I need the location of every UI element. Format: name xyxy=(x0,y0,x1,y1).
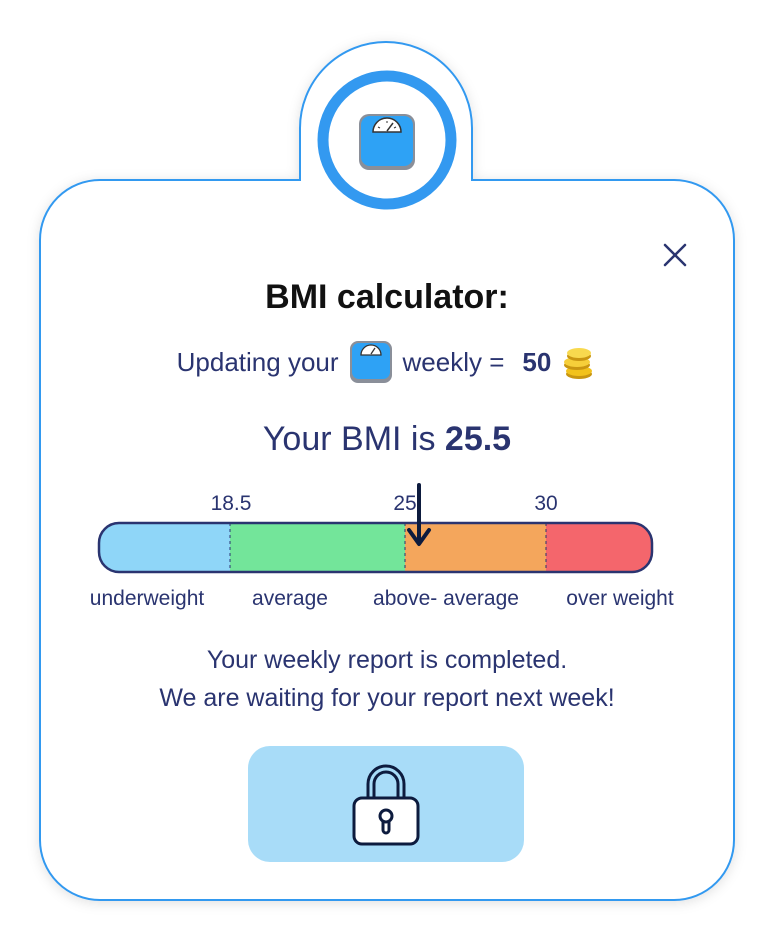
reward-suffix: weekly = xyxy=(402,346,505,377)
padlock-icon xyxy=(352,764,420,846)
status-message-secondary: We are waiting for your report next week… xyxy=(159,684,615,712)
bmi-marker-arrow xyxy=(407,483,432,546)
coins-icon xyxy=(564,348,593,379)
tick-label: 18.5 xyxy=(210,492,252,515)
bmi-scale-bar xyxy=(97,521,654,574)
category-underweight: underweight xyxy=(89,587,205,610)
bmi-prefix: Your BMI is xyxy=(262,420,436,458)
close-icon xyxy=(663,243,687,267)
bar-segment-average xyxy=(230,523,405,572)
dialog-title: BMI calculator: xyxy=(265,278,509,316)
bmi-value: 25.5 xyxy=(444,420,512,458)
bathroom-scale-icon xyxy=(349,341,392,383)
reward-amount: 50 xyxy=(522,346,552,377)
bathroom-scale-icon xyxy=(359,114,415,170)
bar-segment-underweight xyxy=(99,523,230,572)
close-button[interactable] xyxy=(658,238,692,272)
status-message: Your weekly report is completed. xyxy=(206,646,568,674)
bar-segment-overweight xyxy=(546,523,652,572)
locked-report-button[interactable] xyxy=(248,746,524,862)
reward-prefix: Updating your xyxy=(176,346,339,377)
category-above-average: above- average xyxy=(373,587,519,610)
bmi-result: Your BMI is 25.5 xyxy=(0,420,774,459)
tick-label: 30 xyxy=(534,492,558,515)
category-overweight: over weight xyxy=(566,587,674,610)
category-average: average xyxy=(252,587,328,610)
reward-line: Updating your weekly = 50 xyxy=(0,340,774,384)
